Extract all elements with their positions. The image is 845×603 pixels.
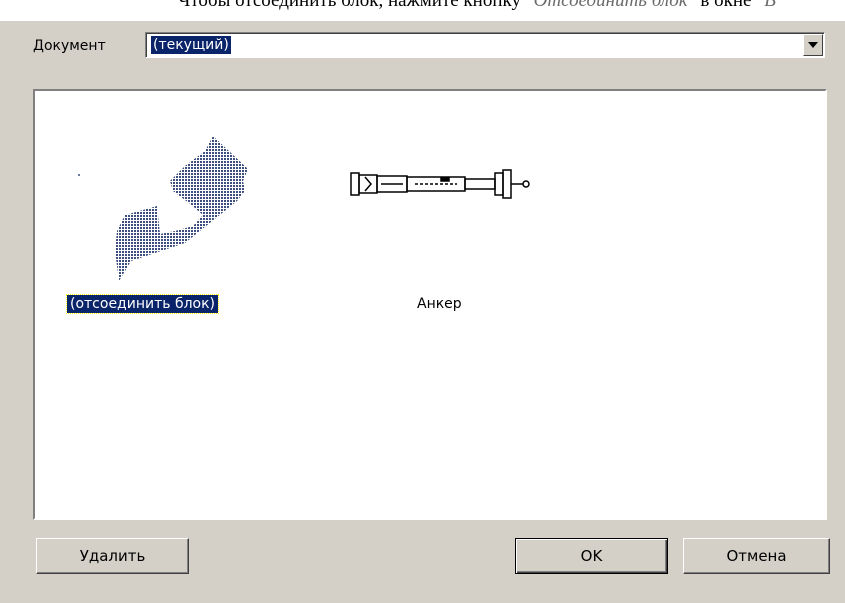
instruction-italic-2: "В: [756, 0, 776, 11]
instruction-prefix: Чтобы отсоединить блок, нажмите кнопку: [178, 0, 521, 11]
instruction-italic: "Отсоединить блок": [525, 0, 696, 11]
delete-button[interactable]: Удалить: [36, 538, 189, 574]
block-dialog: Документ (текущий) (отсоединить блок) Ан…: [0, 21, 845, 603]
ok-button[interactable]: OK: [515, 538, 668, 574]
document-label: Документ: [33, 38, 106, 54]
detach-arrow-icon: [78, 136, 248, 281]
anchor-bolt-icon: [350, 169, 530, 199]
document-combobox[interactable]: (текущий): [145, 32, 825, 58]
cancel-button[interactable]: Отмена: [683, 538, 830, 574]
chevron-down-icon: [808, 42, 818, 48]
dropdown-button[interactable]: [803, 34, 823, 56]
instruction-text: Чтобы отсоединить блок, нажмите кнопку "…: [0, 0, 845, 22]
block-label: Анкер: [417, 296, 462, 312]
block-label: (отсоединить блок): [65, 294, 220, 314]
instruction-middle: в окне: [700, 0, 752, 11]
document-combobox-value: (текущий): [151, 36, 231, 54]
block-list[interactable]: (отсоединить блок) Анкер: [33, 89, 827, 520]
document-label-rest: окумент: [43, 38, 106, 54]
